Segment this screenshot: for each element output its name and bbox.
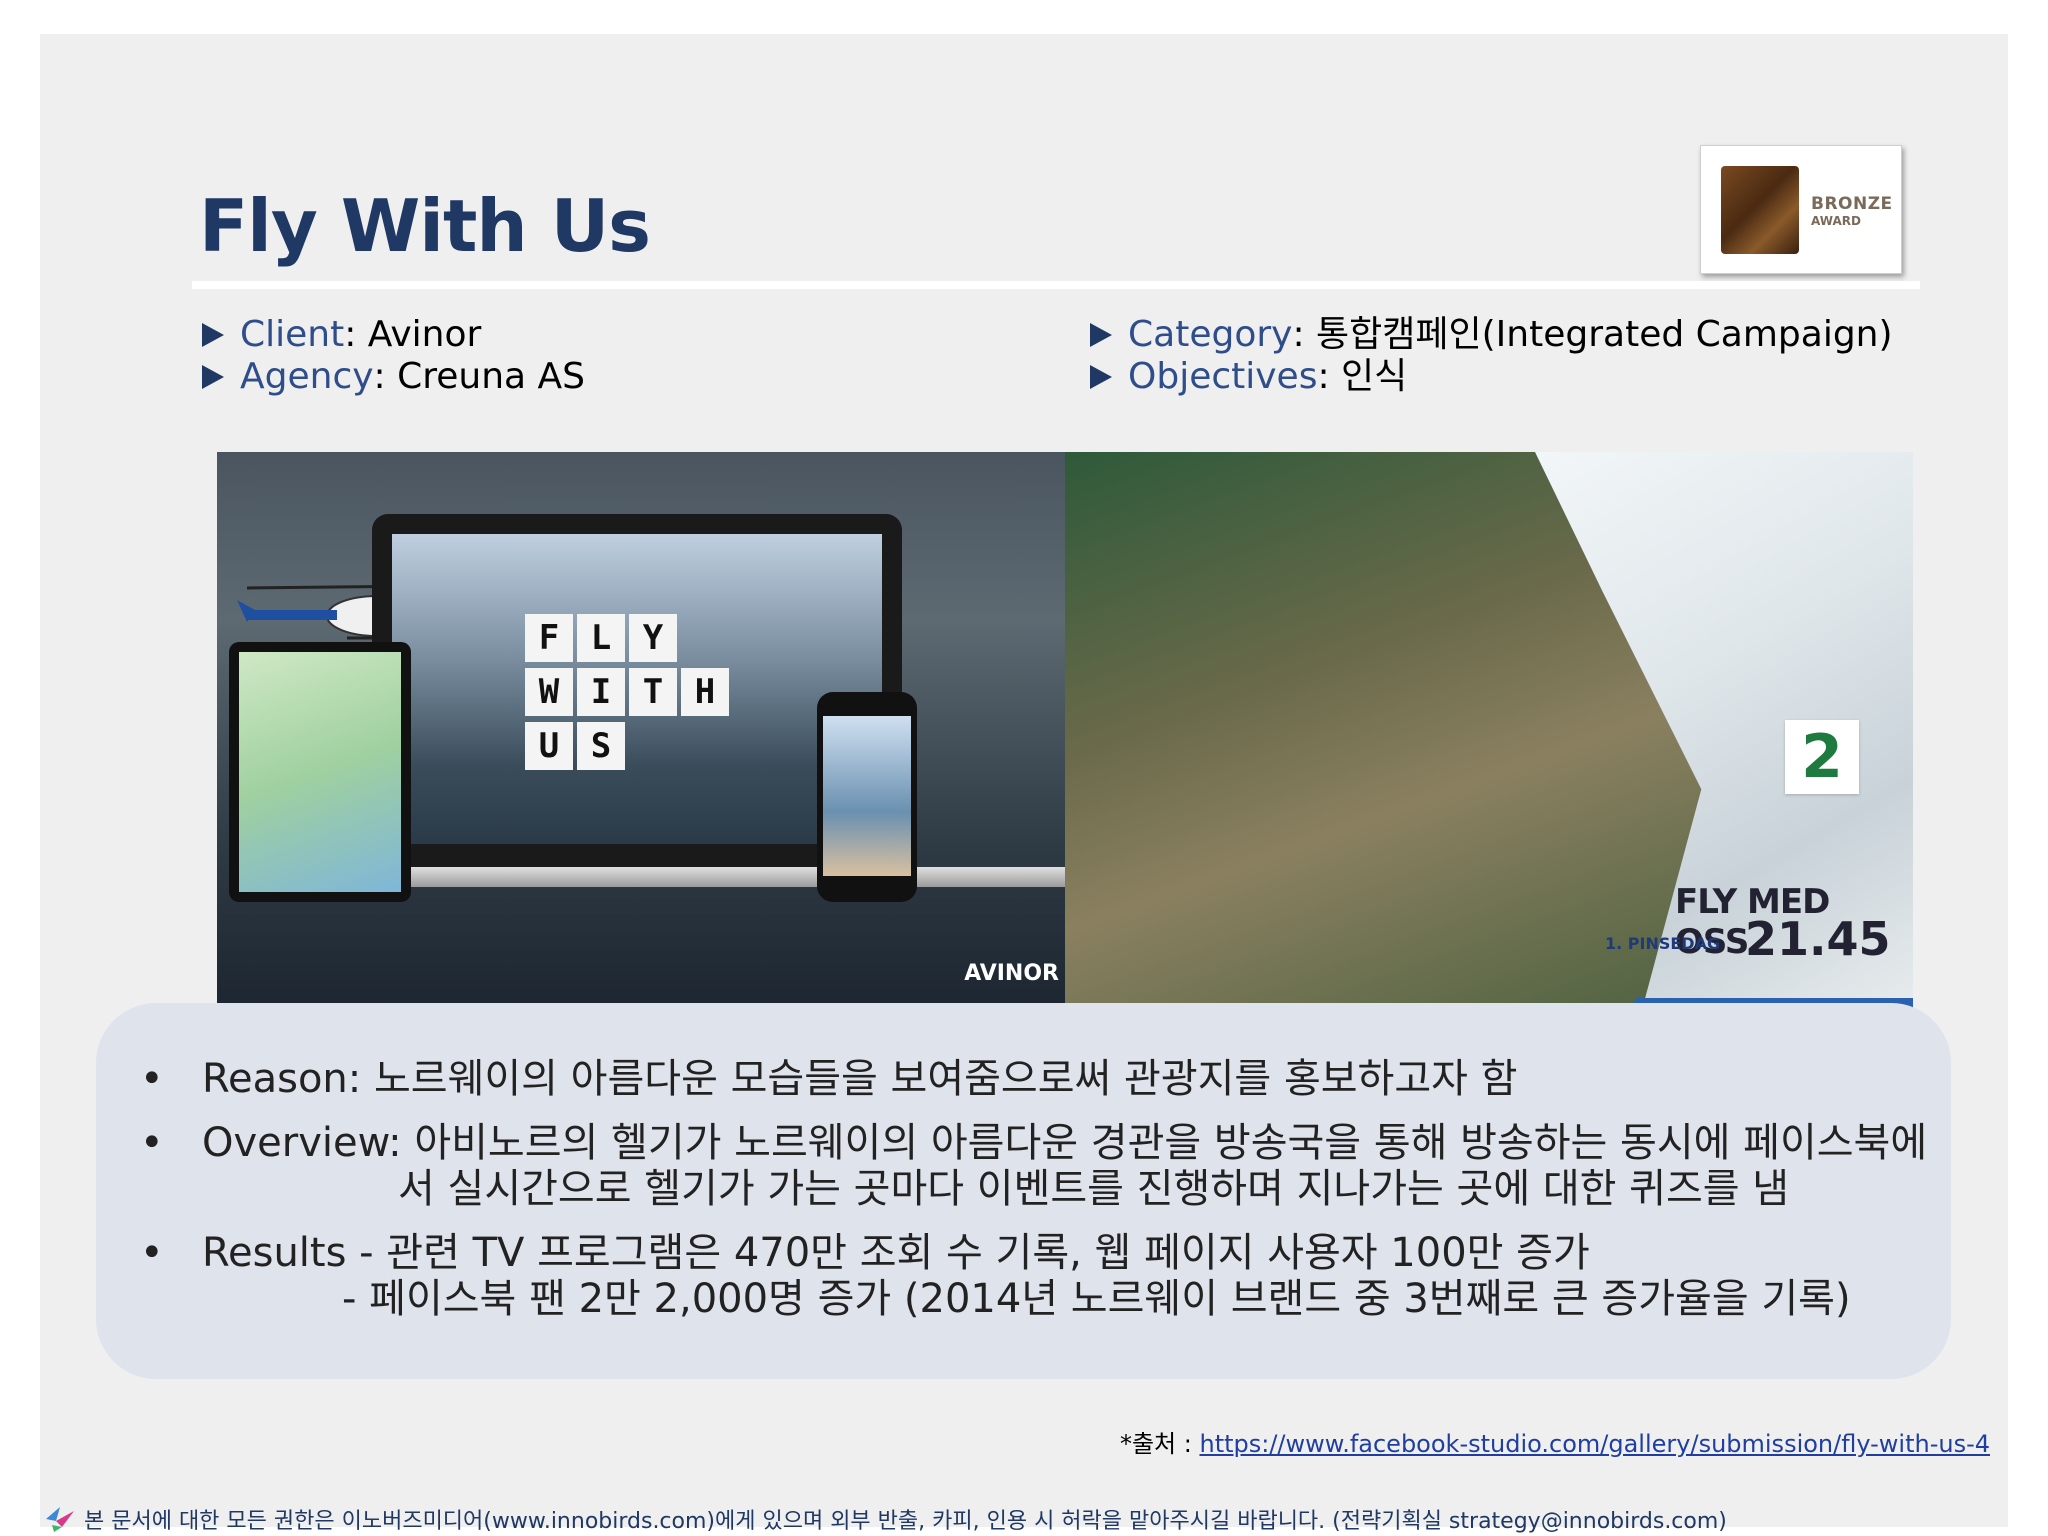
agency-value: : Creuna AS [373,356,586,397]
footer-notice: 본 문서에 대한 모든 권한은 이노버즈미디어(www.innobirds.co… [44,1503,1727,1535]
agency-key: Agency [240,356,374,397]
category-key: Category [1128,314,1293,355]
meta-left: Client : Avinor Agency : Creuna AS [202,314,585,398]
award-line1: BRONZE [1811,194,1893,214]
footer-text: 본 문서에 대한 모든 권한은 이노버즈미디어(www.innobirds.co… [84,1509,1727,1534]
bullet-dot: • [140,1056,164,1102]
client-value: : Avinor [344,314,482,355]
triangle-bullet-icon [1090,365,1112,389]
phone-mockup [817,692,917,902]
overview-line-2: 서 실시간으로 헬기가 가는 곳마다 이벤트를 진행하며 지나가는 곳에 대한 … [398,1166,1790,1212]
innobirds-bird-icon [46,1507,74,1532]
letter-tile: T [629,668,677,716]
bullet-dot: • [140,1230,164,1276]
source-citation: *출처 : https://www.facebook-studio.com/ga… [1120,1424,1990,1459]
phone-screen [823,716,911,876]
tv-promo-image: 2 FLY MED OSS 1. PINSEDAG 21.45 [1065,452,1913,1014]
triangle-bullet-icon [1090,323,1112,347]
award-line2: AWARD [1811,214,1861,228]
source-label: *출처 : [1119,1430,1200,1458]
title-divider [192,281,1920,289]
tv2-channel-logo: 2 [1785,720,1859,794]
tile-row: W I T H [525,668,733,716]
letter-tile: U [525,722,573,770]
laptop-base [347,867,1065,887]
award-trophy-icon [1721,166,1799,254]
meta-right: Category : 통합캠페인(Integrated Campaign) Ob… [1090,314,1893,398]
overview-line-1: Overview: 아비노르의 헬기가 노르웨이의 아름다운 경관을 방송국을 … [202,1120,1928,1166]
letter-tile: W [525,668,573,716]
bullet-results: • Results - 관련 TV 프로그램은 470만 조회 수 기록, 웹 … [140,1230,1927,1322]
source-link[interactable]: https://www.facebook-studio.com/gallery/… [1199,1430,1990,1458]
tv-show-date: 1. PINSEDAG [1605,934,1721,953]
letter-tile: L [577,614,625,662]
client-row: Client : Avinor [202,314,585,356]
letter-tile: S [577,722,625,770]
award-label: BRONZE AWARD [1811,194,1893,228]
tile-row: F L Y [525,614,733,662]
objectives-key: Objectives [1128,356,1318,397]
bronze-award-badge: BRONZE AWARD [1700,145,1902,274]
letter-tile: Y [629,614,677,662]
objectives-value: : 인식 [1317,356,1408,397]
triangle-bullet-icon [202,365,224,389]
letter-tile: I [577,668,625,716]
campaign-devices-image: F L Y W I T H U S AVINOR [217,452,1065,1014]
category-value: : 통합캠페인(Integrated Campaign) [1292,314,1893,355]
slide-title: Fly With Us [199,184,651,268]
avinor-logo: AVINOR [964,961,1059,986]
tablet-mockup [229,642,411,902]
letter-tile: F [525,614,573,662]
results-line-1: Results - 관련 TV 프로그램은 470만 조회 수 기록, 웹 페이… [202,1230,1590,1276]
bullet-overview: • Overview: 아비노르의 헬기가 노르웨이의 아름다운 경관을 방송국… [140,1120,1927,1212]
category-row: Category : 통합캠페인(Integrated Campaign) [1090,314,1893,356]
fly-with-us-tiles: F L Y W I T H U S [525,614,733,776]
reason-text: Reason: 노르웨이의 아름다운 모습들을 보여줌으로써 관광지를 홍보하고… [202,1056,1518,1102]
client-key: Client [240,314,345,355]
summary-bullets: • Reason: 노르웨이의 아름다운 모습들을 보여줌으로써 관광지를 홍보… [140,1056,1927,1340]
tablet-map-screen [239,652,401,892]
results-line-2: - 페이스북 팬 2만 2,000명 증가 (2014년 노르웨이 브랜드 중 … [342,1276,1851,1322]
agency-row: Agency : Creuna AS [202,356,585,398]
tv-show-time: 21.45 [1745,912,1891,966]
triangle-bullet-icon [202,323,224,347]
bullet-dot: • [140,1120,164,1166]
bullet-reason: • Reason: 노르웨이의 아름다운 모습들을 보여줌으로써 관광지를 홍보… [140,1056,1927,1102]
tile-row: U S [525,722,733,770]
objectives-row: Objectives : 인식 [1090,356,1893,398]
letter-tile: H [681,668,729,716]
